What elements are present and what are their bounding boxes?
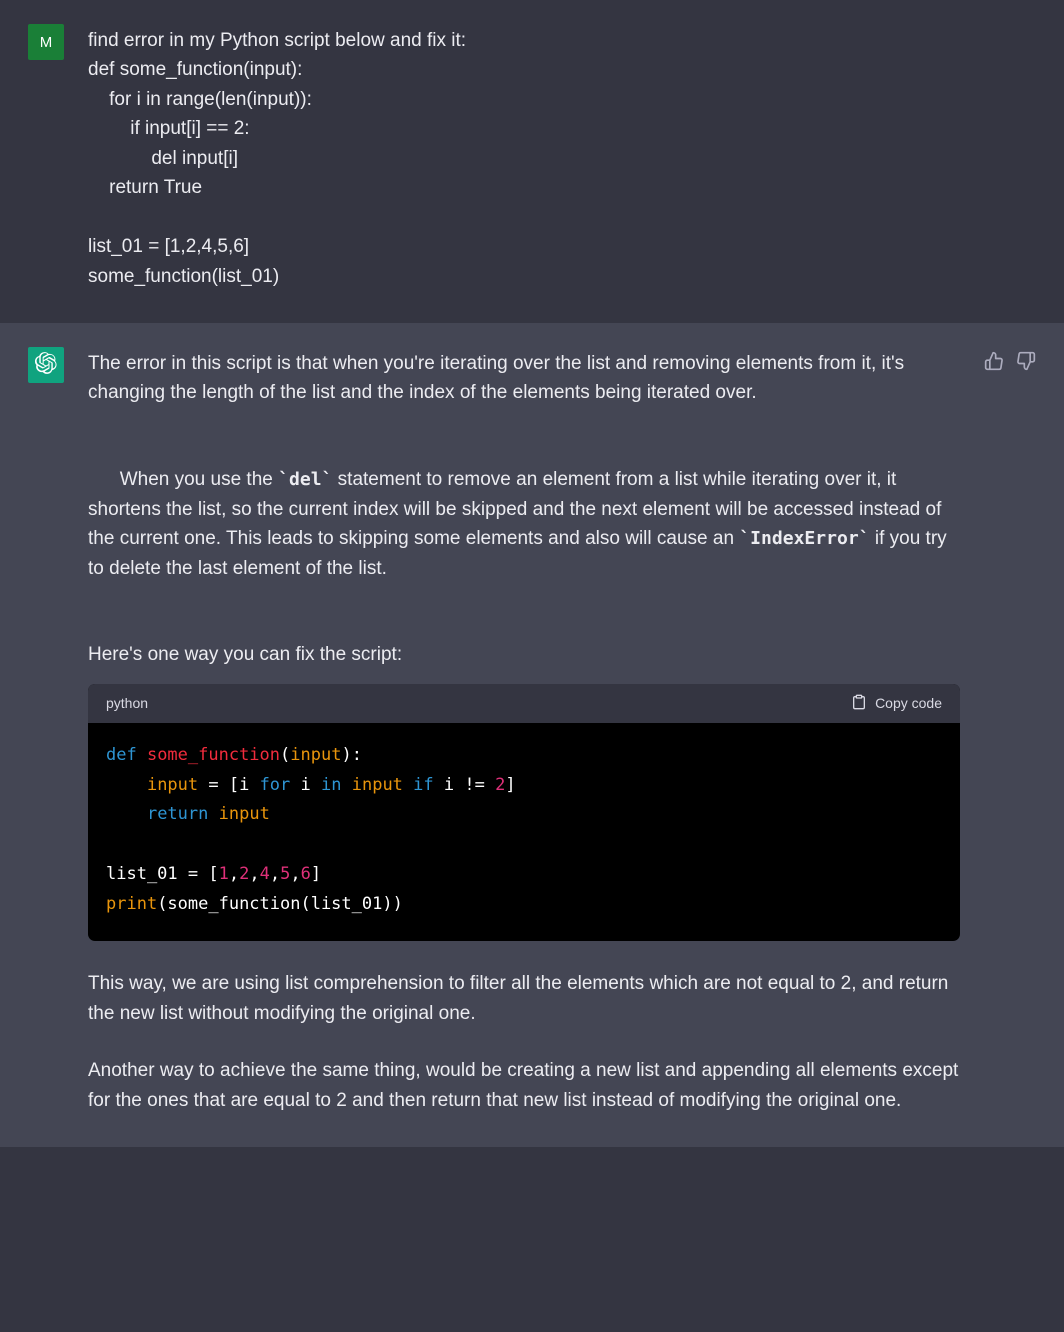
assistant-para-5: Another way to achieve the same thing, w… xyxy=(88,1056,960,1115)
assistant-avatar xyxy=(28,347,64,383)
assistant-content: The error in this script is that when yo… xyxy=(88,347,960,1115)
assistant-para-4: This way, we are using list comprehensio… xyxy=(88,969,960,1028)
user-avatar-letter: M xyxy=(40,34,53,51)
inline-code-del: `del` xyxy=(278,469,332,490)
user-message: M find error in my Python script below a… xyxy=(0,0,1064,323)
user-avatar: M xyxy=(28,24,64,60)
clipboard-icon xyxy=(851,694,867,713)
inline-code-indexerror: `IndexError` xyxy=(739,528,869,549)
copy-code-button[interactable]: Copy code xyxy=(851,694,942,713)
feedback-buttons xyxy=(984,347,1036,1115)
copy-code-label: Copy code xyxy=(875,695,942,711)
assistant-para-3: Here's one way you can fix the script: xyxy=(88,640,960,669)
assistant-para-1: The error in this script is that when yo… xyxy=(88,349,960,408)
thumbs-up-icon[interactable] xyxy=(984,351,1004,1115)
code-lang-label: python xyxy=(106,695,148,711)
code-block: python Copy code def some_function(input… xyxy=(88,684,960,942)
user-content: find error in my Python script below and… xyxy=(88,24,1036,291)
code-content: def some_function(input): input = [i for… xyxy=(88,723,960,942)
code-block-header: python Copy code xyxy=(88,684,960,723)
user-text: find error in my Python script below and… xyxy=(88,26,1036,291)
assistant-para-2: When you use the `del` statement to remo… xyxy=(88,436,960,613)
assistant-message: The error in this script is that when yo… xyxy=(0,323,1064,1147)
thumbs-down-icon[interactable] xyxy=(1016,351,1036,1115)
openai-logo-icon xyxy=(35,352,57,378)
